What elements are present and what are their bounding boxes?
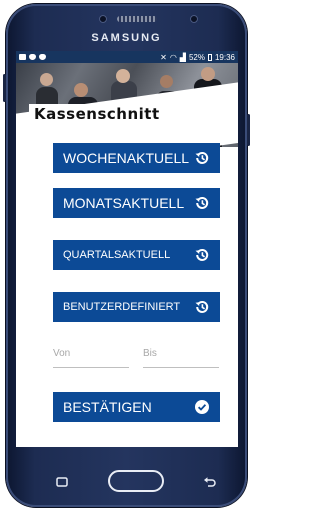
hardware-navigation-bar [16,447,238,507]
date-from-placeholder: Von [53,348,71,359]
button-label: BENUTZERDEFINIERT [63,301,181,313]
button-label: WOCHENAKTUELL [63,150,190,166]
status-bar: ✕ ◠ ▟ 52% 19:36 [16,51,238,63]
button-label: QUARTALSAKTUELL [63,249,171,261]
date-from-field[interactable]: Von [53,348,129,368]
power-button [247,114,250,146]
shield-notification-icon [39,54,46,60]
check-circle-icon [195,400,209,414]
front-camera [190,15,198,23]
home-button[interactable] [108,470,164,492]
battery-icon [207,53,212,61]
mute-icon: ✕ [160,52,167,62]
back-icon[interactable] [203,476,217,488]
weekly-current-button[interactable]: WOCHENAKTUELL [53,143,220,173]
confirm-button[interactable]: BESTÄTIGEN [53,392,220,422]
signal-icon: ▟ [179,52,186,62]
front-camera [99,15,107,23]
date-to-field[interactable]: Bis [143,348,219,368]
shield-notification-icon [29,54,36,60]
earpiece-speaker [117,16,157,22]
image-notification-icon [19,54,26,60]
device-brand: SAMSUNG [91,32,162,44]
app-title: Kassenschnitt [29,104,165,124]
history-icon [195,151,209,164]
custom-range-button[interactable]: BENUTZERDEFINIERT [53,292,220,322]
clock: 19:36 [214,52,235,62]
header-banner-image: Kassenschnitt [16,63,238,147]
app-screen: ✕ ◠ ▟ 52% 19:36 Kassenschnitt WOCHENAKTU… [16,51,238,447]
button-label: MONATSAKTUELL [63,195,185,211]
button-label: BESTÄTIGEN [63,399,152,415]
date-to-placeholder: Bis [143,348,157,359]
recent-apps-icon[interactable] [56,477,68,487]
monthly-current-button[interactable]: MONATSAKTUELL [53,188,220,218]
quarterly-current-button[interactable]: QUARTALSAKTUELL [53,240,220,270]
wifi-icon: ◠ [169,52,177,62]
history-icon [195,196,209,209]
battery-percent: 52% [188,52,205,62]
history-icon [195,300,209,313]
history-icon [195,248,209,261]
volume-button [3,74,6,102]
